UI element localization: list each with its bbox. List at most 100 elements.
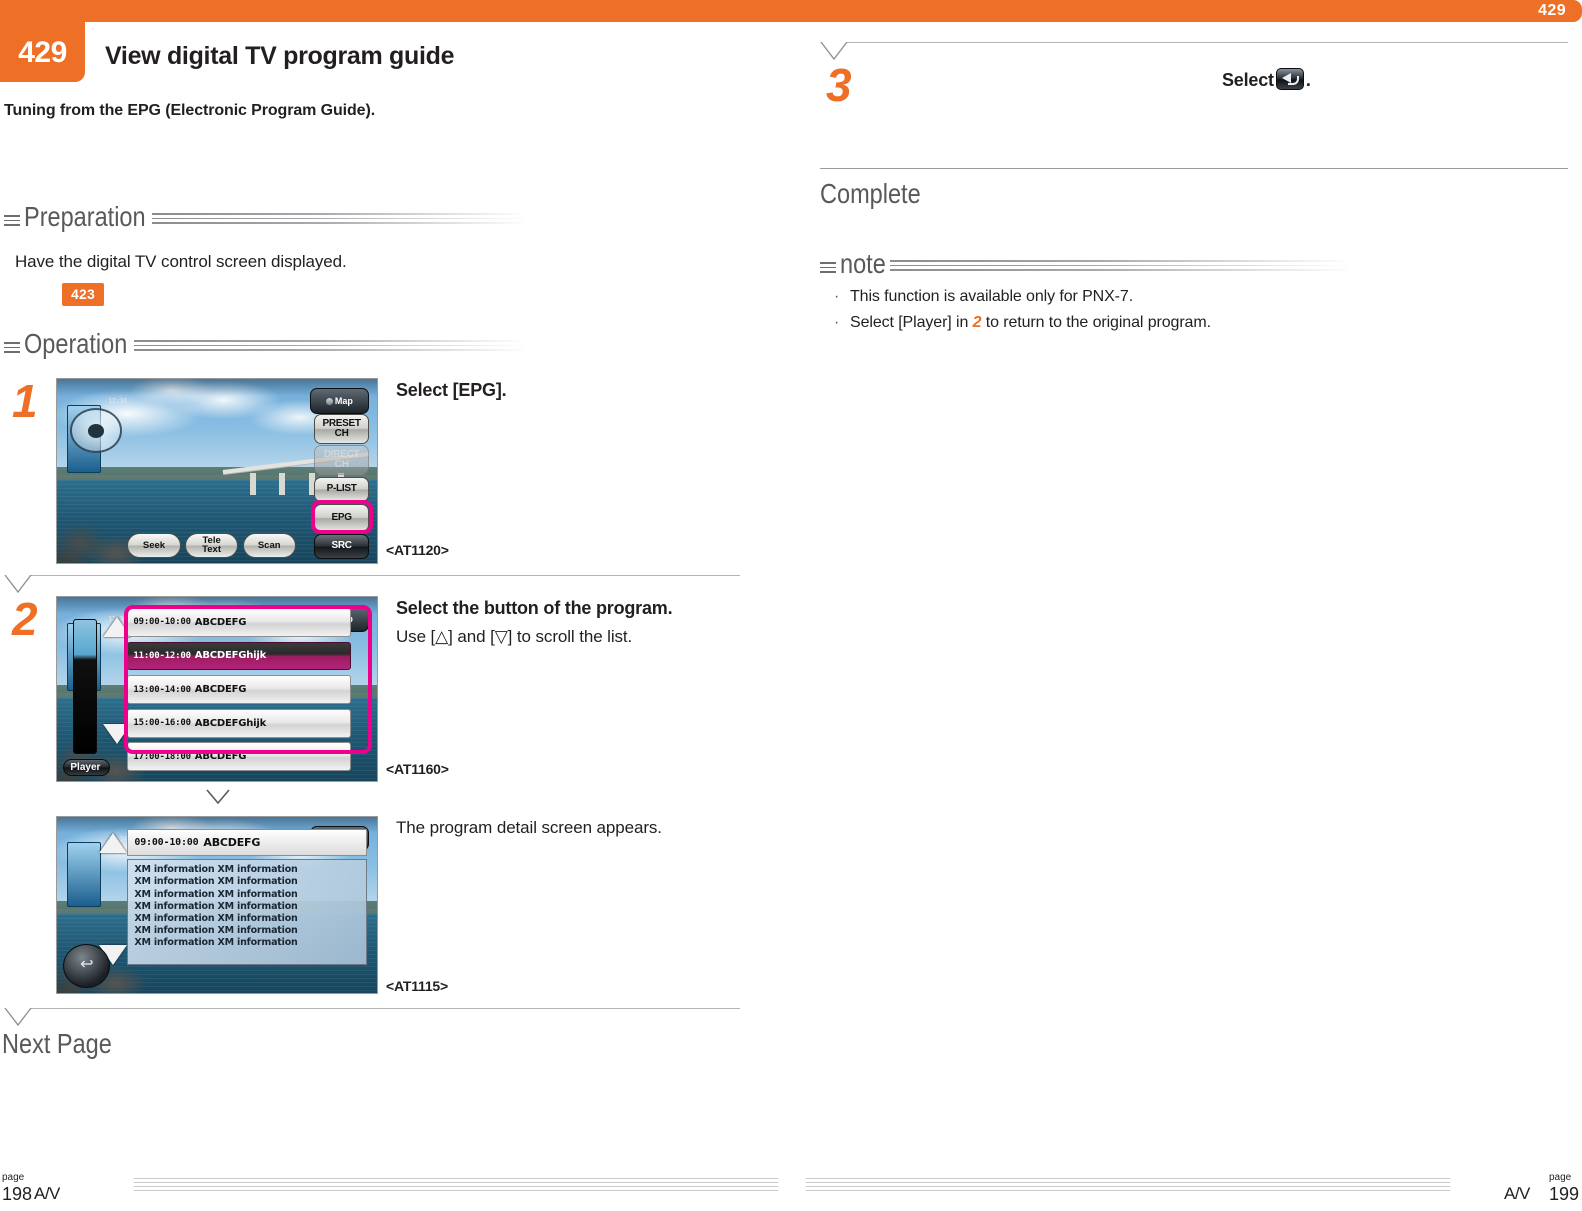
- scroll-slider[interactable]: [73, 619, 98, 754]
- page-title: View digital TV program guide: [105, 42, 455, 70]
- detail-line: XM information XM information: [134, 900, 298, 912]
- chapter-number: 429: [18, 36, 67, 69]
- epg-row-time: 15:00-16:00: [133, 718, 191, 729]
- screenshot-caption-2: <AT1160>: [386, 761, 449, 777]
- step-number-3: 3: [826, 59, 852, 111]
- back-arrow-icon: [1275, 68, 1304, 90]
- epg-row-title: ABCDEFG: [194, 616, 247, 628]
- step-subtitle-2: Use [△] and [▽] to scroll the list.: [396, 627, 633, 646]
- chevron-down-icon: [4, 1008, 32, 1027]
- section-heading-operation: Operation: [4, 328, 524, 366]
- footer-page-label-right: page: [1549, 1172, 1572, 1183]
- screenshot-caption-3: <AT1115>: [386, 978, 448, 994]
- epg-row[interactable]: 09:00-10:00 ABCDEFG: [127, 608, 352, 637]
- footer-section-right: A/V: [1504, 1184, 1530, 1203]
- detail-line: XM information XM information: [134, 937, 298, 949]
- footer-rule-left: [134, 1178, 778, 1196]
- complete-label: Complete: [820, 178, 921, 209]
- heading-rule: [152, 213, 524, 227]
- back-arrow-button[interactable]: ↩: [63, 943, 111, 988]
- step-divider-3: [820, 42, 1568, 64]
- epg-row-time: 13:00-14:00: [133, 684, 191, 695]
- screenshot-step-detail: 12:34 Map 09:00-10:00 ABCDEFG XM informa…: [56, 816, 378, 994]
- hamburger-icon: [4, 215, 20, 226]
- epg-row[interactable]: 17:00-18:00 ABCDEFG: [127, 742, 352, 772]
- detail-title: ABCDEFG: [203, 836, 261, 850]
- preparation-text: Have the digital TV control screen displ…: [15, 252, 347, 271]
- detail-time: 09:00-10:00: [134, 837, 199, 849]
- radio-wave-icon: [69, 408, 122, 453]
- note-list: · This function is available only for PN…: [828, 288, 1528, 340]
- footer-page-number-right: 199: [1549, 1184, 1580, 1204]
- clock-label: 12:34: [108, 397, 127, 406]
- battery-icon: [66, 841, 101, 907]
- p-list-button[interactable]: P-LIST: [314, 476, 369, 503]
- program-detail-header: 09:00-10:00 ABCDEFG: [127, 829, 368, 856]
- section-heading-label: Preparation: [24, 201, 146, 232]
- map-dot-icon: [325, 397, 333, 405]
- next-page-label: Next Page: [2, 1028, 112, 1059]
- detail-line: XM information XM information: [134, 864, 298, 876]
- scroll-up-triangle-icon[interactable]: [98, 832, 127, 853]
- note-item-text-post: to return to the original program.: [981, 314, 1211, 331]
- step-title-3-text: Select: [1222, 70, 1274, 90]
- chapter-number-tab: 429: [0, 0, 85, 82]
- epg-button[interactable]: EPG: [314, 504, 369, 532]
- map-button[interactable]: Map: [309, 388, 369, 415]
- note-item: · Select [Player] in 2 to return to the …: [828, 314, 1528, 332]
- teletext-button[interactable]: Tele Text: [185, 532, 239, 559]
- hamburger-icon: [820, 262, 836, 273]
- detail-note-text: The program detail screen appears.: [396, 818, 662, 837]
- note-item-text-pre: Select [Player] in: [850, 314, 973, 331]
- page-reference-chip[interactable]: 423: [62, 283, 104, 306]
- footer-page-number-left: 198: [2, 1184, 33, 1204]
- epg-row[interactable]: 15:00-16:00 ABCDEFGhijk: [127, 708, 352, 738]
- map-button-label: Map: [334, 396, 353, 407]
- step-number-2: 2: [12, 593, 38, 645]
- section-heading-preparation: Preparation: [4, 201, 524, 239]
- src-button[interactable]: SRC: [314, 533, 369, 560]
- preset-ch-button[interactable]: PRESET CH: [314, 413, 369, 444]
- epg-row-time: 17:00-18:00: [133, 751, 191, 762]
- chevron-down-icon: [206, 789, 230, 805]
- step-title-3-suffix: .: [1305, 70, 1311, 90]
- epg-row[interactable]: 11:00-12:00 ABCDEFGhijk: [127, 641, 352, 671]
- epg-row[interactable]: 13:00-14:00 ABCDEFG: [127, 675, 352, 704]
- screenshot-step-2: 12:34 Map 09:00-10:00 ABCDEFG 11:00-12:0…: [56, 596, 378, 782]
- epg-row-title: ABCDEFG: [194, 751, 247, 763]
- next-page-divider: [4, 1008, 740, 1030]
- screenshot-caption-1: <AT1120>: [386, 542, 449, 558]
- epg-row-time: 11:00-12:00: [133, 650, 191, 661]
- epg-row-title: ABCDEFG: [194, 684, 247, 696]
- manual-page: 429 429 View digital TV program guide Tu…: [0, 0, 1582, 1211]
- step-divider-1: [4, 575, 740, 597]
- section-heading-note: note: [820, 248, 1348, 286]
- detail-line: XM information XM information: [134, 912, 298, 924]
- section-heading-label: Operation: [24, 328, 128, 359]
- header-bar-right: 429: [806, 0, 1582, 22]
- step-title-1: Select [EPG].: [396, 380, 507, 400]
- footer-rule-right: [806, 1178, 1450, 1196]
- header-bar-left: [0, 0, 806, 22]
- heading-rule: [890, 260, 1348, 274]
- program-detail-body: XM information XM information XM informa…: [127, 859, 368, 965]
- complete-divider: [820, 168, 1568, 170]
- footer-section-left: A/V: [34, 1184, 60, 1203]
- step-title-3: Select.: [1222, 68, 1311, 91]
- direct-ch-button[interactable]: DIRECT CH: [314, 445, 369, 475]
- lead-paragraph: Tuning from the EPG (Electronic Program …: [4, 102, 376, 119]
- chevron-down-icon: [4, 575, 32, 594]
- note-item-text: This function is available only for PNX-…: [850, 288, 1134, 305]
- heading-rule: [134, 340, 524, 354]
- epg-row-time: 09:00-10:00: [133, 617, 191, 628]
- scan-button[interactable]: Scan: [242, 532, 296, 559]
- player-button[interactable]: Player: [63, 759, 111, 777]
- detail-line: XM information XM information: [134, 925, 298, 937]
- right-page-folio: 429: [1538, 2, 1566, 19]
- seek-button[interactable]: Seek: [127, 532, 181, 559]
- screenshot-step-1: 12:34 Map PRESET CH DIRECT CH P-LIST EPG…: [56, 378, 378, 564]
- bullet-icon: ·: [834, 288, 840, 305]
- hamburger-icon: [4, 342, 20, 353]
- footer-page-label-left: page: [2, 1172, 25, 1183]
- detail-line: XM information XM information: [134, 876, 298, 888]
